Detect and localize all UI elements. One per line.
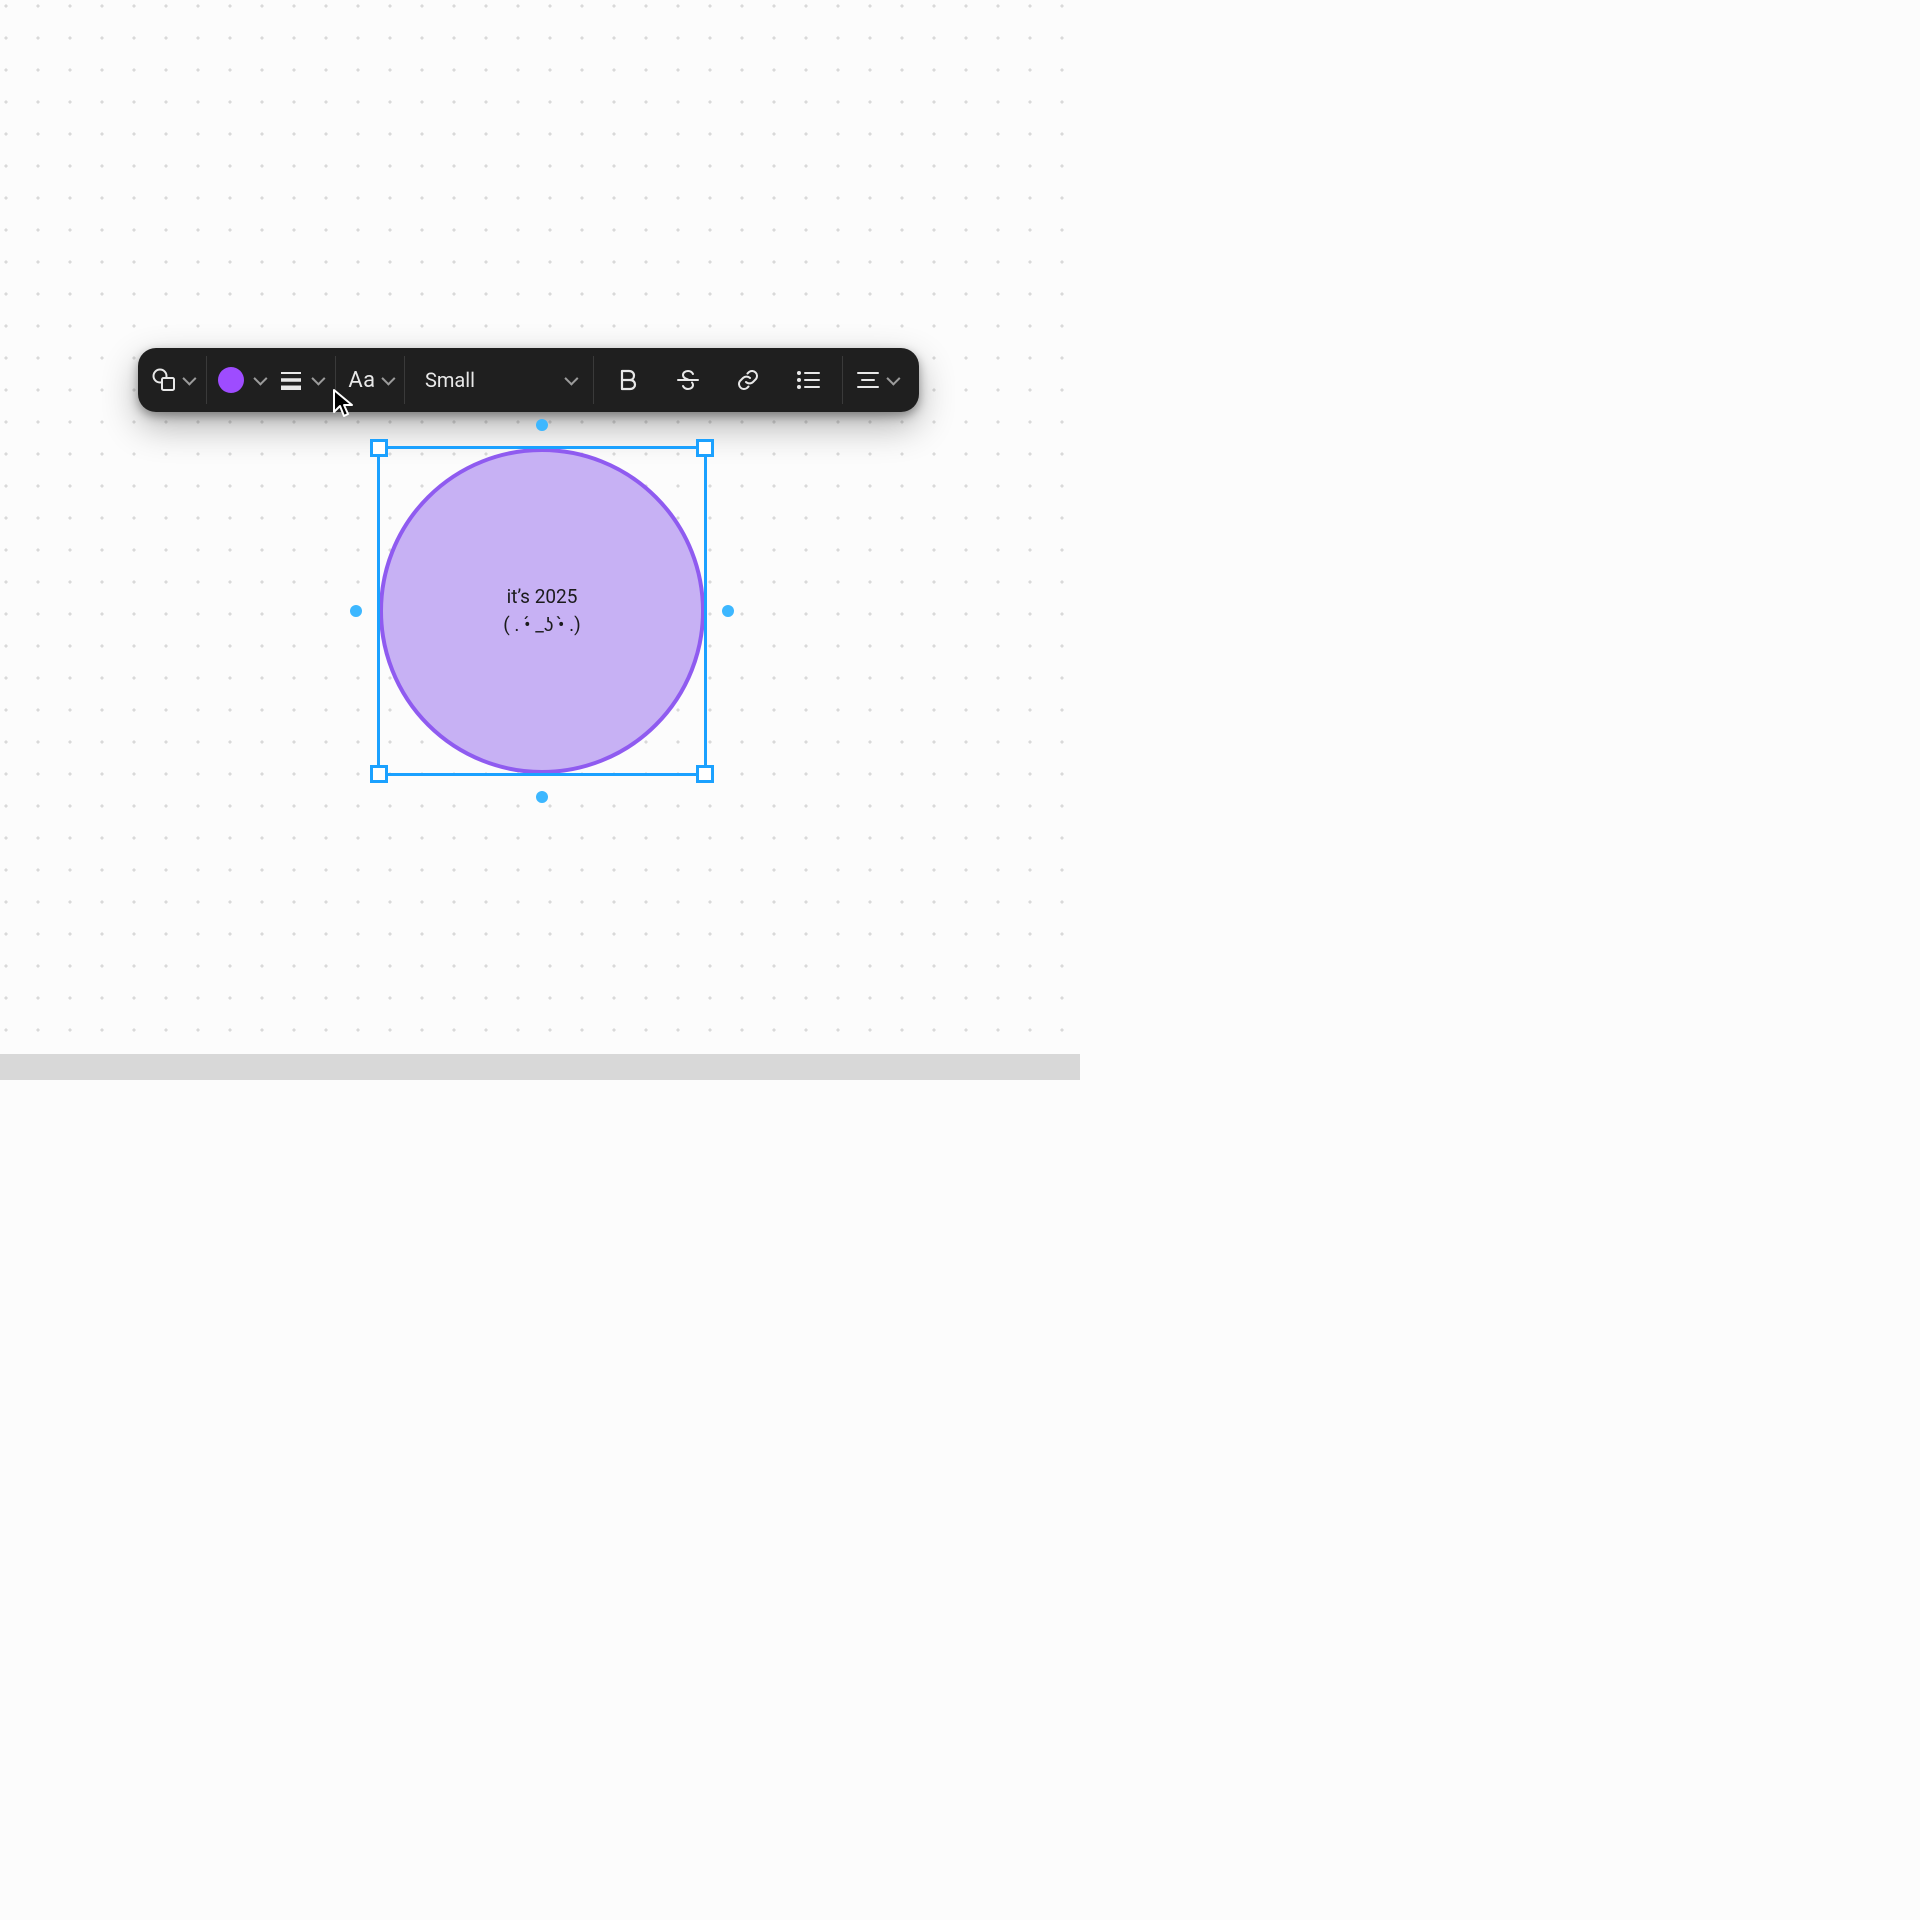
- chevron-down-icon: [311, 372, 325, 386]
- shape-picker-button[interactable]: [142, 356, 202, 404]
- resize-handle-bottom-left[interactable]: [370, 765, 388, 783]
- resize-handle-top-right[interactable]: [696, 439, 714, 457]
- toolbar-divider: [593, 356, 594, 404]
- fill-color-button[interactable]: [211, 356, 271, 404]
- link-icon: [736, 368, 760, 392]
- shapes-icon: [151, 367, 177, 393]
- chevron-down-icon: [886, 372, 900, 386]
- chevron-down-icon: [564, 372, 578, 386]
- link-button[interactable]: [718, 356, 778, 404]
- toolbar-divider: [404, 356, 405, 404]
- connector-handle-right[interactable]: [722, 605, 734, 617]
- font-icon: Aa: [348, 368, 375, 393]
- toolbar-divider: [206, 356, 207, 404]
- connector-handle-left[interactable]: [350, 605, 362, 617]
- chevron-down-icon: [253, 372, 267, 386]
- font-size-select[interactable]: Small: [409, 356, 589, 404]
- stroke-weight-icon: [280, 370, 302, 390]
- circle-shape[interactable]: it’s 2025 ( . •́ _ʖ •̀ .): [379, 448, 705, 774]
- stroke-width-button[interactable]: [271, 356, 331, 404]
- toolbar-divider: [335, 356, 336, 404]
- align-center-icon: [857, 371, 879, 389]
- bold-icon: [618, 369, 638, 391]
- strikethrough-button[interactable]: [658, 356, 718, 404]
- chevron-down-icon: [182, 372, 196, 386]
- shape-text-line[interactable]: it’s 2025: [507, 583, 578, 611]
- bold-button[interactable]: [598, 356, 658, 404]
- strikethrough-icon: [676, 369, 700, 391]
- bottom-strip: [0, 1054, 1080, 1080]
- canvas[interactable]: Aa Small: [0, 0, 1080, 1080]
- toolbar-divider: [842, 356, 843, 404]
- shape-text-line[interactable]: ( . •́ _ʖ •̀ .): [503, 611, 581, 639]
- font-family-button[interactable]: Aa: [340, 356, 400, 404]
- text-align-button[interactable]: [847, 356, 915, 404]
- chevron-down-icon: [381, 372, 395, 386]
- resize-handle-bottom-right[interactable]: [696, 765, 714, 783]
- selected-shape[interactable]: it’s 2025 ( . •́ _ʖ •̀ .): [379, 448, 705, 774]
- color-swatch-icon: [218, 367, 244, 393]
- resize-handle-top-left[interactable]: [370, 439, 388, 457]
- floating-toolbar: Aa Small: [138, 348, 919, 412]
- list-icon: [796, 370, 820, 390]
- connector-handle-bottom[interactable]: [536, 791, 548, 803]
- font-size-value: Small: [425, 368, 475, 392]
- connector-handle-top[interactable]: [536, 419, 548, 431]
- bullet-list-button[interactable]: [778, 356, 838, 404]
